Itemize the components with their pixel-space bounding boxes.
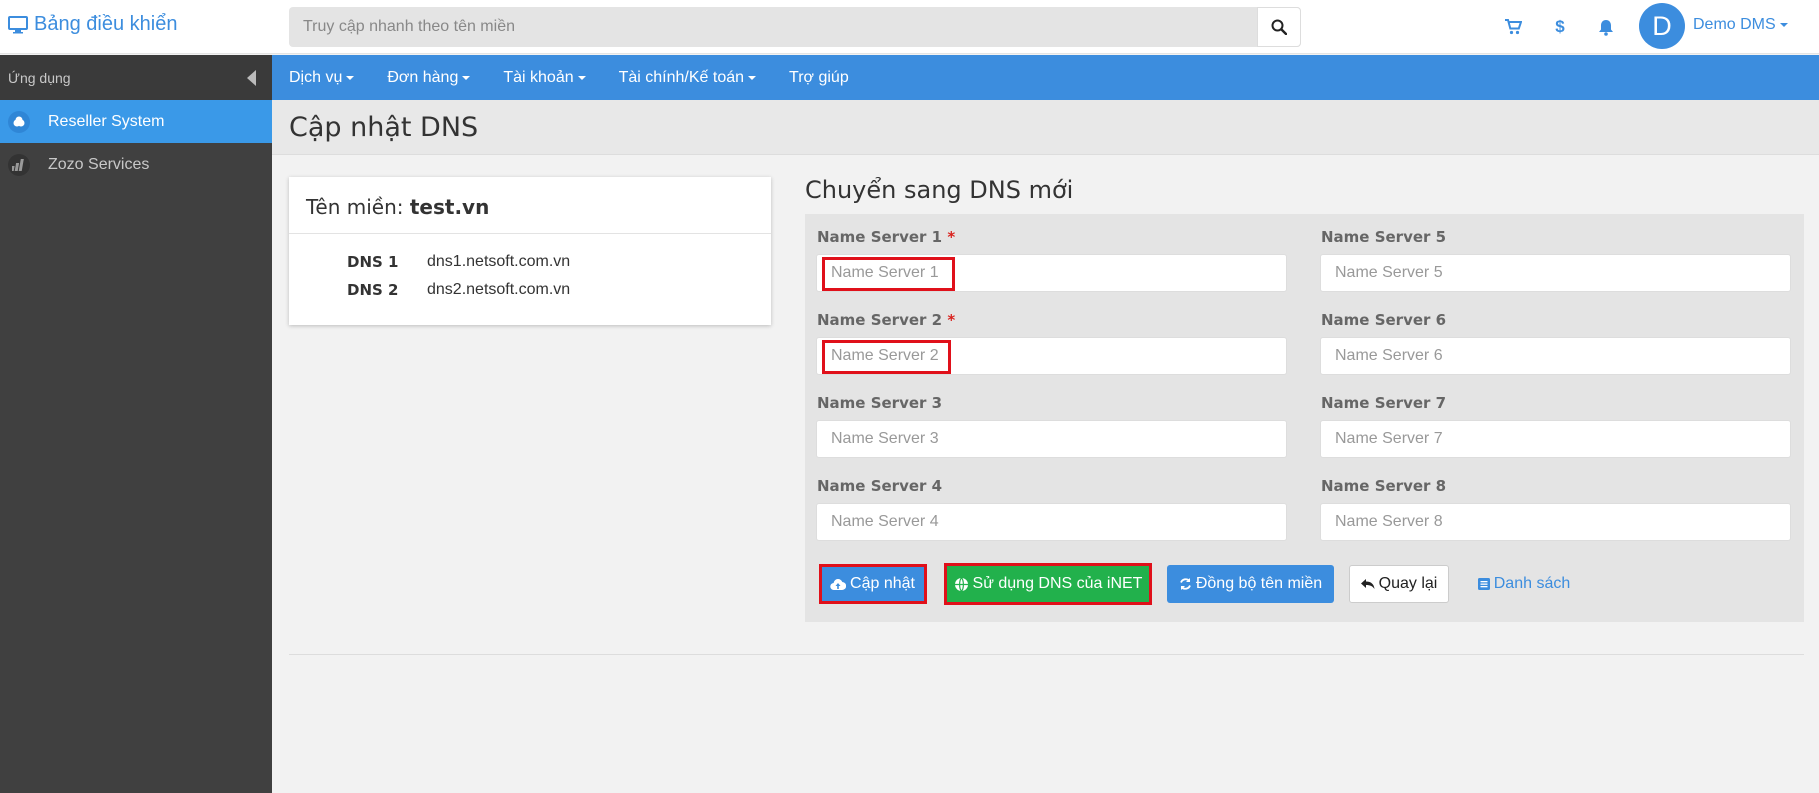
ns6-label: Name Server 6	[1321, 311, 1447, 329]
dns-row: DNS 1 dns1.netsoft.com.vn	[347, 253, 570, 271]
sidebar-item-reseller-system[interactable]: Reseller System	[0, 100, 272, 143]
dns-row: DNS 2 dns2.netsoft.com.vn	[347, 281, 570, 299]
ns3-label: Name Server 3	[817, 394, 943, 412]
nav-label: Dịch vụ	[289, 68, 343, 86]
dollar-icon[interactable]: $	[1549, 16, 1571, 38]
dns-label: DNS 1	[347, 253, 399, 271]
use-inet-label: Sử dụng DNS của iNET	[972, 575, 1143, 592]
reply-icon	[1360, 579, 1375, 589]
update-button[interactable]: Cập nhật	[819, 565, 926, 603]
nav-item-orders[interactable]: Đơn hàng	[387, 68, 471, 87]
user-name-label: Demo DMS	[1693, 16, 1776, 33]
back-label: Quay lại	[1378, 575, 1438, 592]
search-icon	[1271, 19, 1287, 35]
monitor-icon	[8, 15, 28, 33]
dns-value: dns2.netsoft.com.vn	[427, 281, 571, 298]
chevron-down-icon	[346, 75, 355, 80]
chart-bars-icon	[8, 153, 30, 176]
divider	[289, 654, 1804, 655]
avatar[interactable]: D	[1639, 3, 1685, 49]
sync-label: Đồng bộ tên miền	[1195, 575, 1323, 592]
user-menu[interactable]: Demo DMS	[1693, 16, 1788, 34]
ns5-label: Name Server 5	[1321, 228, 1447, 246]
field-label-text: Name Server 1	[817, 228, 943, 246]
quick-search	[289, 7, 1301, 47]
refresh-icon	[1180, 578, 1191, 590]
search-button[interactable]	[1257, 7, 1301, 47]
top-bar: Bảng điều khiển $ D Demo DMS	[0, 0, 1819, 54]
nav-label: Trợ giúp	[789, 68, 849, 86]
brand-label: Bảng điều khiển	[34, 13, 178, 35]
domain-card: Tên miền: test.vn DNS 1 dns1.netsoft.com…	[289, 177, 771, 325]
ns2-input[interactable]	[816, 337, 1287, 375]
form-title: Chuyển sang DNS mới	[805, 176, 1074, 204]
nav-item-services[interactable]: Dịch vụ	[289, 68, 355, 87]
dashboard-link[interactable]: Bảng điều khiển	[8, 13, 177, 36]
nav-label: Đơn hàng	[387, 68, 459, 86]
chevron-down-icon	[577, 75, 586, 80]
sidebar-item-label: Zozo Services	[48, 155, 150, 173]
ns8-label: Name Server 8	[1321, 477, 1447, 495]
nav-item-help[interactable]: Trợ giúp	[789, 69, 849, 87]
page-title-bar: Cập nhật DNS	[272, 100, 1819, 155]
dns-label: DNS 2	[347, 281, 399, 299]
ns4-label: Name Server 4	[817, 477, 943, 495]
ns2-label: Name Server 2 *	[817, 311, 955, 329]
sidebar-item-label: Reseller System	[48, 112, 165, 130]
search-input[interactable]	[289, 7, 1256, 47]
bell-icon[interactable]	[1595, 16, 1617, 38]
globe-icon	[954, 577, 968, 591]
chevron-down-icon	[1779, 23, 1788, 27]
nav-item-finance[interactable]: Tài chính/Kế toán	[618, 68, 757, 87]
ns5-input[interactable]	[1320, 254, 1791, 292]
ns1-input[interactable]	[816, 254, 1287, 292]
nav-label: Tài khoản	[503, 68, 574, 86]
ns3-input[interactable]	[816, 420, 1287, 458]
sidebar: Ứng dụng Reseller System Zozo Services	[0, 55, 272, 793]
list-label: Danh sách	[1493, 575, 1571, 592]
sidebar-title: Ứng dụng	[8, 69, 71, 86]
dns-value: dns1.netsoft.com.vn	[427, 253, 571, 270]
list-link[interactable]: Danh sách	[1474, 565, 1574, 603]
ns1-label: Name Server 1 *	[817, 228, 955, 246]
ns4-input[interactable]	[816, 503, 1287, 541]
domain-label: Tên miền:	[306, 195, 404, 219]
nav-label: Tài chính/Kế toán	[618, 68, 745, 86]
sidebar-item-zozo-services[interactable]: Zozo Services	[0, 143, 272, 186]
cart-icon[interactable]	[1502, 16, 1524, 38]
nav-item-account[interactable]: Tài khoản	[503, 68, 586, 87]
sidebar-header: Ứng dụng	[0, 55, 272, 100]
main-nav: Dịch vụ Đơn hàng Tài khoản Tài chính/Kế …	[272, 55, 1819, 100]
ns7-input[interactable]	[1320, 420, 1791, 458]
sync-domain-button[interactable]: Đồng bộ tên miền	[1167, 565, 1334, 603]
chevron-down-icon	[462, 75, 471, 80]
use-inet-dns-button[interactable]: Sử dụng DNS của iNET	[946, 565, 1150, 603]
cloud-icon	[8, 110, 30, 133]
ns6-input[interactable]	[1320, 337, 1791, 375]
field-label-text: Name Server 2	[817, 311, 943, 329]
list-icon	[1477, 578, 1490, 590]
required-mark: *	[947, 311, 956, 329]
domain-heading: Tên miền: test.vn	[289, 177, 771, 234]
back-button[interactable]: Quay lại	[1349, 565, 1449, 603]
ns7-label: Name Server 7	[1321, 394, 1447, 412]
domain-name: test.vn	[409, 195, 490, 219]
ns8-input[interactable]	[1320, 503, 1791, 541]
page-title: Cập nhật DNS	[289, 112, 479, 143]
required-mark: *	[947, 228, 956, 246]
chevron-down-icon	[748, 75, 757, 80]
update-label: Cập nhật	[850, 575, 915, 592]
collapse-sidebar-icon[interactable]	[247, 69, 256, 86]
cloud-upload-icon	[830, 578, 847, 590]
